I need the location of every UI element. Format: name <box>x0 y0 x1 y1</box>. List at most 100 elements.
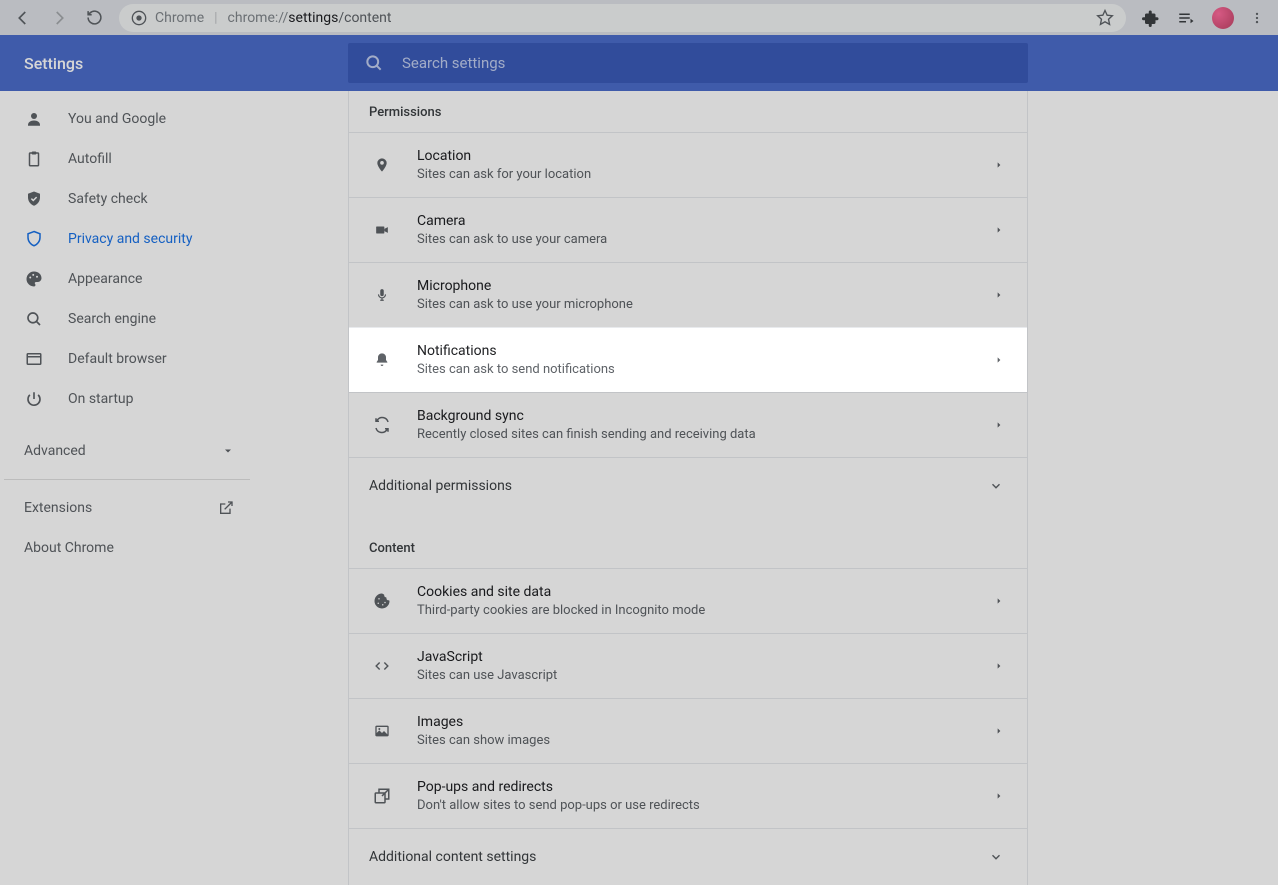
row-additional-content-settings[interactable]: Additional content settings <box>349 828 1027 884</box>
row-subtitle: Don't allow sites to send pop-ups or use… <box>417 797 971 815</box>
sidebar-item-label: Privacy and security <box>68 231 192 247</box>
row-subtitle: Sites can use Javascript <box>417 667 971 685</box>
advanced-label: Advanced <box>24 443 86 459</box>
search-settings-box[interactable] <box>348 43 1028 83</box>
chevron-right-icon <box>995 354 1003 366</box>
row-camera[interactable]: CameraSites can ask to use your camera <box>349 197 1027 262</box>
row-title: Additional permissions <box>369 478 512 494</box>
browser-toolbar: Chrome | chrome://settings/content <box>0 0 1278 35</box>
sidebar-item-label: You and Google <box>68 111 166 127</box>
extensions-label: Extensions <box>24 500 92 516</box>
sidebar-item-appearance[interactable]: Appearance <box>0 259 254 299</box>
palette-icon <box>24 270 44 288</box>
camera-icon <box>371 223 393 237</box>
forward-button[interactable] <box>50 9 68 27</box>
star-icon[interactable] <box>1096 9 1114 27</box>
shield-icon <box>24 230 44 248</box>
clipboard-icon <box>24 150 44 168</box>
sidebar-item-privacy-and-security[interactable]: Privacy and security <box>0 219 254 259</box>
site-icon <box>131 10 147 26</box>
row-background-sync[interactable]: Background syncRecently closed sites can… <box>349 392 1027 457</box>
row-title: JavaScript <box>417 647 971 667</box>
sidebar-item-search-engine[interactable]: Search engine <box>0 299 254 339</box>
row-subtitle: Sites can ask to send notifications <box>417 361 971 379</box>
extension-icon[interactable] <box>1142 9 1160 27</box>
reload-button[interactable] <box>86 9 103 26</box>
omnibox-chrome-label: Chrome <box>155 10 204 26</box>
sidebar-item-you-and-google[interactable]: You and Google <box>0 99 254 139</box>
toolbar-right <box>1142 7 1264 29</box>
cookie-icon <box>371 592 393 610</box>
sidebar-item-extensions[interactable]: Extensions <box>0 488 254 528</box>
sync-icon <box>371 416 393 434</box>
row-subtitle: Sites can show images <box>417 732 971 750</box>
row-cookies[interactable]: Cookies and site dataThird-party cookies… <box>349 568 1027 633</box>
row-notifications[interactable]: NotificationsSites can ask to send notif… <box>349 327 1027 392</box>
profile-avatar[interactable] <box>1212 7 1234 29</box>
row-title: Microphone <box>417 276 971 296</box>
chevron-right-icon <box>995 289 1003 301</box>
back-button[interactable] <box>14 9 32 27</box>
nav-buttons <box>14 9 103 27</box>
sidebar-item-default-browser[interactable]: Default browser <box>0 339 254 379</box>
row-title: Cookies and site data <box>417 582 971 602</box>
row-microphone[interactable]: MicrophoneSites can ask to use your micr… <box>349 262 1027 327</box>
chevron-right-icon <box>995 159 1003 171</box>
omnibox-separator: | <box>212 10 219 26</box>
row-images[interactable]: ImagesSites can show images <box>349 698 1027 763</box>
settings-main: Permissions LocationSites can ask for yo… <box>348 91 1028 885</box>
row-title: Additional content settings <box>369 849 536 865</box>
row-subtitle: Third-party cookies are blocked in Incog… <box>417 602 971 620</box>
playlist-icon[interactable] <box>1176 9 1196 27</box>
microphone-icon <box>371 286 393 304</box>
about-label: About Chrome <box>24 540 114 556</box>
row-javascript[interactable]: JavaScriptSites can use Javascript <box>349 633 1027 698</box>
sidebar-advanced-toggle[interactable]: Advanced <box>0 431 254 471</box>
chevron-down-icon <box>222 445 234 457</box>
sidebar-item-autofill[interactable]: Autofill <box>0 139 254 179</box>
popup-icon <box>371 787 393 805</box>
chevron-right-icon <box>995 595 1003 607</box>
settings-header: Settings <box>0 35 1278 91</box>
section-title-content: Content <box>349 513 1027 568</box>
settings-sidebar: You and Google Autofill Safety check Pri… <box>0 91 254 568</box>
row-subtitle: Sites can ask for your location <box>417 166 971 184</box>
sidebar-item-label: Safety check <box>68 191 148 207</box>
row-title: Pop-ups and redirects <box>417 777 971 797</box>
row-subtitle: Sites can ask to use your microphone <box>417 296 971 314</box>
power-icon <box>24 390 44 408</box>
sidebar-item-label: Appearance <box>68 271 142 287</box>
row-title: Notifications <box>417 341 971 361</box>
code-icon <box>371 659 393 673</box>
row-title: Location <box>417 146 971 166</box>
sidebar-item-about-chrome[interactable]: About Chrome <box>0 528 254 568</box>
row-additional-permissions[interactable]: Additional permissions <box>349 457 1027 513</box>
location-pin-icon <box>371 156 393 174</box>
sidebar-item-label: Default browser <box>68 351 167 367</box>
search-input[interactable] <box>402 54 1012 72</box>
sidebar-item-label: Search engine <box>68 311 156 327</box>
row-popups-redirects[interactable]: Pop-ups and redirectsDon't allow sites t… <box>349 763 1027 828</box>
external-link-icon <box>218 500 234 516</box>
search-icon <box>364 53 384 73</box>
shield-check-icon <box>24 190 44 208</box>
sidebar-item-label: On startup <box>68 391 134 407</box>
chevron-right-icon <box>995 224 1003 236</box>
browser-icon <box>24 350 44 368</box>
row-title: Camera <box>417 211 971 231</box>
row-location[interactable]: LocationSites can ask for your location <box>349 132 1027 197</box>
row-subtitle: Recently closed sites can finish sending… <box>417 426 971 444</box>
chevron-right-icon <box>995 660 1003 672</box>
divider <box>4 479 250 480</box>
sidebar-item-safety-check[interactable]: Safety check <box>0 179 254 219</box>
chevron-down-icon <box>989 479 1003 493</box>
address-bar[interactable]: Chrome | chrome://settings/content <box>119 4 1126 32</box>
sidebar-item-on-startup[interactable]: On startup <box>0 379 254 419</box>
chevron-right-icon <box>995 790 1003 802</box>
menu-dots-icon[interactable] <box>1250 9 1264 27</box>
bell-icon <box>371 351 393 369</box>
chevron-down-icon <box>989 850 1003 864</box>
row-subtitle: Sites can ask to use your camera <box>417 231 971 249</box>
sidebar-item-label: Autofill <box>68 151 112 167</box>
omnibox-url: chrome://settings/content <box>228 10 392 26</box>
